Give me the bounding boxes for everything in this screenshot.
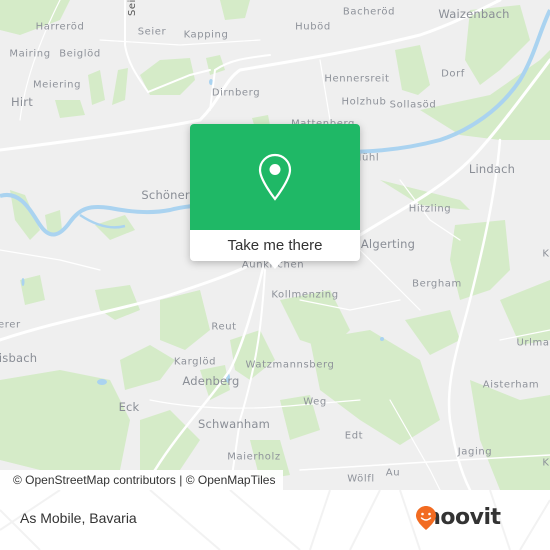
footer: As Mobile, Bavaria moovit — [0, 490, 550, 550]
place-label: Dorf — [441, 68, 465, 80]
place-label: Kapping — [183, 29, 229, 41]
place-label: Schwanham — [198, 417, 270, 431]
place-label: Au — [385, 467, 401, 479]
location-popup[interactable]: Take me there — [190, 124, 360, 269]
map-attribution[interactable]: © OpenStreetMap contributors | © OpenMap… — [0, 470, 284, 490]
place-label: Kerer — [0, 319, 21, 331]
place-label: Weg — [303, 396, 327, 408]
place-label: Reut — [211, 321, 237, 333]
place-label: Algerting — [360, 237, 416, 251]
place-label: Harreröd — [35, 21, 85, 33]
place-label: Mairing — [9, 48, 51, 60]
place-label: Sollasöd — [389, 99, 437, 111]
road-label: Seier — [127, 0, 138, 16]
place-label: Beiglöd — [59, 48, 101, 60]
place-label: Hirt — [11, 95, 33, 109]
place-label: Meiering — [32, 79, 82, 91]
place-label: Bisbach — [0, 351, 38, 365]
place-label: Watzmannsberg — [245, 359, 335, 371]
place-label: Hitzling — [408, 203, 452, 215]
place-label: Maierholz — [227, 451, 281, 463]
map[interactable]: Seier Harreröd Seier Kapping Huböd Bacheröd W… — [0, 0, 550, 490]
place-label: Adenberg — [182, 374, 240, 388]
place-label: Seier — [137, 26, 167, 38]
place-label: K — [542, 248, 550, 260]
popup-header — [190, 124, 360, 230]
place-label: Huböd — [295, 21, 331, 33]
place-label: Bacheröd — [342, 6, 396, 18]
location-title: As Mobile, Bavaria — [20, 510, 137, 526]
place-label: Aisterham — [482, 379, 540, 391]
place-label: Schönert — [141, 188, 195, 202]
popup-pointer — [268, 261, 282, 269]
take-me-there-button[interactable]: Take me there — [190, 230, 360, 261]
place-label: Holzhub — [341, 96, 387, 108]
place-label: Dirnberg — [211, 87, 261, 99]
place-label: Waizenbach — [438, 7, 510, 21]
place-label: K — [542, 457, 550, 469]
place-label: Edt — [344, 430, 364, 442]
place-label: Lindach — [468, 162, 516, 176]
place-label: Wölfl — [347, 473, 375, 485]
place-label: Karglöd — [173, 356, 217, 368]
place-label: Jaging — [457, 446, 493, 458]
place-label: Bergham — [412, 278, 462, 290]
moovit-logo[interactable]: moovit — [415, 505, 501, 530]
place-label: Hennersreit — [324, 73, 390, 85]
place-label: Eck — [118, 400, 140, 414]
moovit-face-pin-icon — [416, 506, 436, 530]
place-label: Urlmann — [516, 337, 550, 349]
location-pin-icon — [258, 153, 292, 201]
place-label: Kollmenzing — [271, 289, 339, 301]
